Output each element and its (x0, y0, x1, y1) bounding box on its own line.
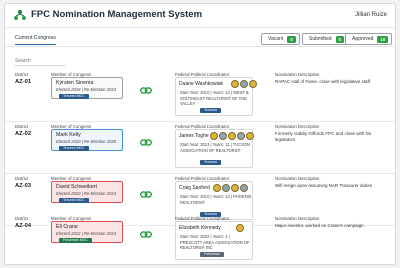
tab-divider (5, 46, 395, 47)
member-name: Mark Kelly (56, 132, 81, 138)
gold-medal-icon (213, 184, 221, 192)
gold-medal-icon (228, 132, 236, 140)
link-icon[interactable] (140, 86, 152, 95)
silver-medal-icon (222, 184, 230, 192)
silver-medal-icon (240, 80, 248, 88)
silver-medal-icon (219, 132, 227, 140)
silver-medal-icon (240, 184, 248, 192)
fpc-status-pill: Freshman (200, 252, 224, 257)
award-badges (213, 184, 248, 192)
fpc-status-pill: Tenured (200, 160, 221, 165)
column-label-nomination: Nomination Description (275, 176, 320, 181)
filter-submitted-count: 0 (335, 35, 345, 43)
fpc-name: Elizabeth Kennedy (179, 225, 221, 231)
table-row: District Member of Congress Federal Poli… (5, 214, 395, 264)
filter-submitted[interactable]: Submitted 0 (302, 33, 349, 45)
table-row: District Member of Congress Federal Poli… (5, 70, 395, 122)
link-icon[interactable] (140, 138, 152, 147)
filter-vacant-count: 0 (287, 35, 296, 43)
fpc-detail: Start Year: 2010 | Years: 14 | PHOENIX R… (180, 194, 252, 205)
filter-vacant[interactable]: Vacant 0 (261, 33, 300, 45)
column-label-district: District (15, 72, 29, 77)
app-header: FPC Nomination Management System Jillian… (5, 4, 395, 28)
nomination-description: Formerly Gabby Giffords FPC and close wi… (275, 131, 372, 142)
table-row: District Member of Congress Federal Poli… (5, 122, 395, 174)
member-status-pill: Tenured MOC (59, 146, 89, 151)
column-label-district: District (15, 124, 29, 129)
fpc-detail: Start Year: 2010 | Years: 14 | WEST & SO… (180, 90, 249, 106)
fpc-name: James Toghe (179, 133, 209, 139)
gold-medal-icon (231, 184, 239, 192)
fpc-name: Craig Sanford (179, 185, 210, 191)
fpc-detail: Start Year: 2022 | Years: 2 | PRESCOTT A… (180, 234, 250, 250)
fpc-detail: Start Year: 2013 | Years: 11 | TUCSON AS… (180, 142, 251, 153)
member-status-pill: Tenured MOC (59, 94, 89, 99)
member-card[interactable]: David Schweikert Elected 2010 | Re-Elect… (51, 181, 123, 203)
district-code: AZ-03 (15, 183, 32, 189)
member-term: Elected 2022 | Re-Election 2024 (56, 231, 116, 236)
member-status-pill: Freshman MOC (59, 238, 92, 243)
member-term: Elected 2020 | Re-Election 2028 (56, 139, 116, 144)
main-card: FPC Nomination Management System Jillian… (4, 3, 396, 265)
district-code: AZ-01 (15, 79, 32, 85)
gold-medal-icon (236, 224, 244, 232)
people-network-icon (14, 10, 26, 20)
award-badges (231, 80, 257, 88)
member-name: Eli Crane (56, 224, 78, 230)
member-card[interactable]: Mark Kelly Elected 2020 | Re-Election 20… (51, 129, 123, 151)
user-name[interactable]: Jillian Ruize (355, 12, 387, 18)
search-input[interactable] (15, 57, 65, 66)
filter-approved-count: 10 (377, 35, 389, 43)
fpc-status-pill: Tenured (200, 108, 221, 113)
gold-medal-icon (231, 80, 239, 88)
gold-medal-icon (249, 80, 257, 88)
nomination-description: Major investor, worked on Crane's campai… (275, 223, 364, 228)
member-term: Elected 2018 | Re-Election 2024 (56, 87, 116, 92)
column-label-nomination: Nomination Description (275, 72, 320, 77)
district-code: AZ-04 (15, 223, 32, 229)
column-label-district: District (15, 216, 29, 221)
member-card[interactable]: Eli Crane Elected 2022 | Re-Election 202… (51, 221, 123, 243)
filter-approved-label: Approved (352, 36, 374, 42)
filter-vacant-label: Vacant (268, 36, 284, 42)
silver-medal-icon (237, 132, 245, 140)
member-card[interactable]: Kyrsten Sinema Elected 2018 | Re-Electio… (51, 77, 123, 99)
fpc-name: Duane Washkowiak (179, 81, 224, 87)
gold-medal-icon (210, 132, 218, 140)
nomination-description: RAPAC Hall of Fame, close with legislati… (275, 79, 372, 84)
district-code: AZ-02 (15, 131, 32, 137)
app-title: FPC Nomination Management System (31, 9, 203, 20)
gold-medal-icon (246, 132, 254, 140)
tab-current-congress[interactable]: Current Congress (15, 35, 56, 45)
column-label-district: District (15, 176, 29, 181)
member-term: Elected 2010 | Re-Election 2024 (56, 191, 116, 196)
member-name: Kyrsten Sinema (56, 80, 94, 86)
nomination-description: Will resign upon assuming NAR Treasurer … (275, 183, 373, 188)
award-badges (236, 224, 244, 232)
member-name: David Schweikert (56, 184, 97, 190)
filter-submitted-label: Submitted (309, 36, 332, 42)
link-icon[interactable] (140, 230, 152, 239)
column-label-nomination: Nomination Description (275, 124, 320, 129)
award-badges (210, 132, 254, 140)
link-icon[interactable] (140, 190, 152, 199)
member-status-pill: Tenured MOC (59, 198, 89, 203)
column-label-nomination: Nomination Description (275, 216, 320, 221)
filter-approved[interactable]: Approved 10 (345, 33, 393, 45)
